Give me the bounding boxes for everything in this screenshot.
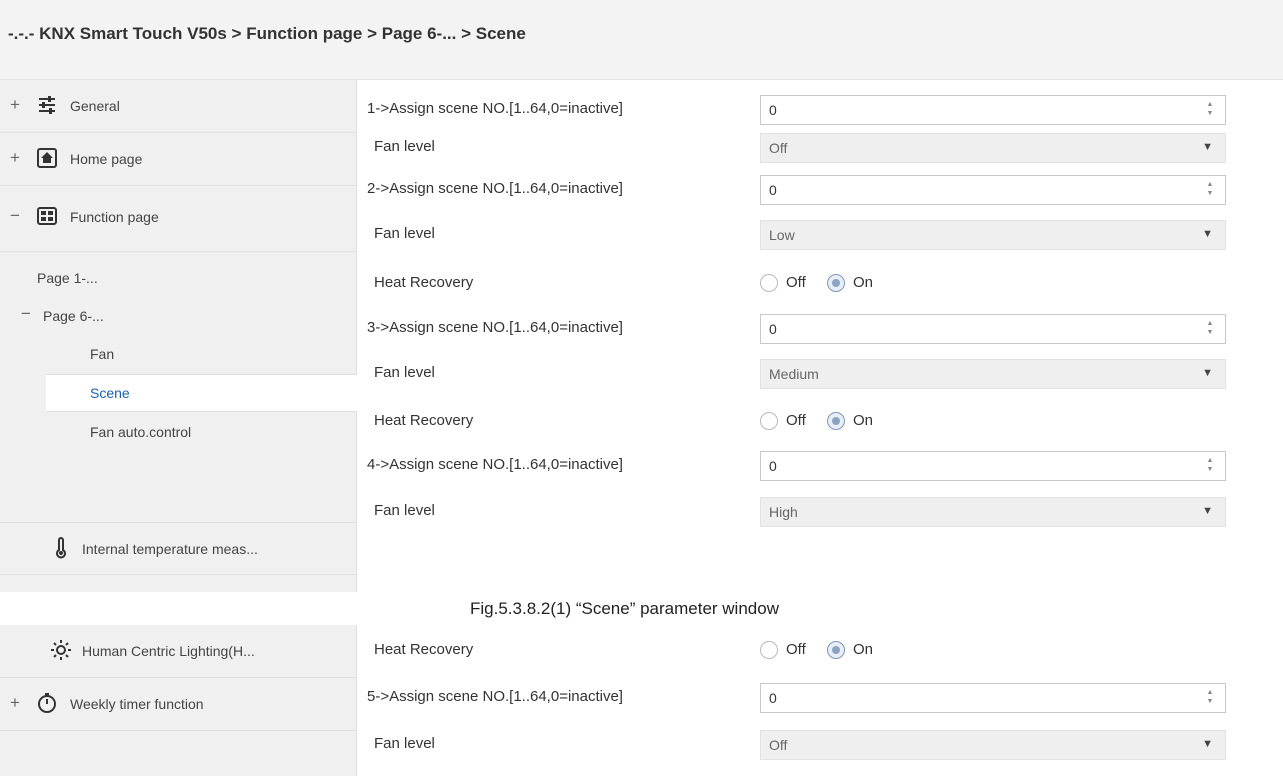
heat3-on-radio[interactable] xyxy=(827,412,845,430)
scene5-number-input[interactable]: 0 ▲ ▼ xyxy=(760,683,1226,713)
breadcrumb: -.-.- KNX Smart Touch V50s > Function pa… xyxy=(8,24,526,43)
sidebar-item-human-centric-lighting[interactable]: Human Centric Lighting(H... xyxy=(0,625,357,678)
heat3-row: Heat Recovery Off On xyxy=(374,412,874,430)
parameter-window-upper: + General + Home page − Function page Pa… xyxy=(0,80,1283,592)
scene5-label: 5->Assign scene NO.[1..64,0=inactive] xyxy=(367,688,623,705)
title-bar: -.-.- KNX Smart Touch V50s > Function pa… xyxy=(0,0,1283,80)
scene2-row: 2->Assign scene NO.[1..64,0=inactive] 0 … xyxy=(357,170,1283,208)
sidebar-item-label: Home page xyxy=(70,151,143,167)
scene3-row: 3->Assign scene NO.[1..64,0=inactive] 0 … xyxy=(357,309,1283,347)
fan2-row: Fan level Low ▼ xyxy=(357,215,1283,253)
fan3-label: Fan level xyxy=(374,364,435,381)
scene5-row: 5->Assign scene NO.[1..64,0=inactive] 0 … xyxy=(357,678,1283,716)
scene3-label: 3->Assign scene NO.[1..64,0=inactive] xyxy=(367,319,623,336)
sidebar-item-label: Function page xyxy=(70,209,159,225)
collapse-toggle[interactable]: − xyxy=(8,206,22,226)
heat4-off-radio[interactable] xyxy=(760,641,778,659)
collapse-toggle[interactable]: − xyxy=(21,304,31,324)
grid-icon xyxy=(36,205,58,227)
timer-icon xyxy=(36,692,58,714)
heat2-row: Heat Recovery Off On xyxy=(374,274,874,292)
figure-caption-area: Fig.5.3.8.2(1) “Scene” parameter window xyxy=(0,592,1283,625)
fan3-level-dropdown[interactable]: Medium ▼ xyxy=(760,359,1226,389)
scene1-number-input[interactable]: 0 ▲ ▼ xyxy=(760,95,1226,125)
fan5-level-dropdown[interactable]: Off ▼ xyxy=(760,730,1226,760)
spinner-arrows-icon[interactable]: ▲ ▼ xyxy=(1205,456,1215,474)
sidebar-item-internal-temperature[interactable]: Internal temperature meas... xyxy=(0,522,357,575)
home-icon xyxy=(36,147,58,169)
fan1-row: Fan level Off ▼ xyxy=(357,128,1283,166)
chevron-down-icon: ▼ xyxy=(1202,367,1213,379)
expand-toggle[interactable]: + xyxy=(8,148,22,168)
sun-icon xyxy=(50,639,72,661)
scene2-number-input[interactable]: 0 ▲ ▼ xyxy=(760,175,1226,205)
parameter-list: Heat Recovery Off On 5->Assign scene NO.… xyxy=(357,625,1283,776)
scene2-label: 2->Assign scene NO.[1..64,0=inactive] xyxy=(367,180,623,197)
sidebar-item-weekly-timer[interactable]: + Weekly timer function xyxy=(0,678,357,731)
figure-caption: Fig.5.3.8.2(1) “Scene” parameter window xyxy=(470,599,779,618)
fan3-row: Fan level Medium ▼ xyxy=(357,354,1283,392)
fan1-label: Fan level xyxy=(374,138,435,155)
heat4-row: Heat Recovery Off On xyxy=(374,641,874,659)
fan4-label: Fan level xyxy=(374,502,435,519)
sidebar-item-label: Fan xyxy=(90,346,115,362)
scene3-number-input[interactable]: 0 ▲ ▼ xyxy=(760,314,1226,344)
sidebar-item-label: Page 1-... xyxy=(37,270,98,286)
fan2-level-dropdown[interactable]: Low ▼ xyxy=(760,220,1226,250)
sidebar-item-function-page[interactable]: − Function page xyxy=(0,186,357,252)
chevron-down-icon: ▼ xyxy=(1202,228,1213,240)
fan1-level-dropdown[interactable]: Off ▼ xyxy=(760,133,1226,163)
expand-toggle[interactable]: + xyxy=(8,95,22,115)
heat2-off-radio[interactable] xyxy=(760,274,778,292)
sidebar-item-label: Human Centric Lighting(H... xyxy=(82,643,255,659)
fan5-row: Fan level Off ▼ xyxy=(357,725,1283,763)
fan4-row: Fan level High ▼ xyxy=(357,492,1283,530)
parameter-window-lower: Human Centric Lighting(H... + Weekly tim… xyxy=(0,625,1283,776)
fan5-label: Fan level xyxy=(374,735,435,752)
heat2-on-radio[interactable] xyxy=(827,274,845,292)
fan2-label: Fan level xyxy=(374,225,435,242)
spinner-arrows-icon[interactable]: ▲ ▼ xyxy=(1205,319,1215,337)
spinner-arrows-icon[interactable]: ▲ ▼ xyxy=(1205,180,1215,198)
sidebar-item-home-page[interactable]: + Home page xyxy=(0,133,357,186)
sidebar-item-page1[interactable]: Page 1-... xyxy=(0,260,357,298)
sliders-icon xyxy=(36,94,58,116)
sidebar-item-general[interactable]: + General xyxy=(0,80,357,133)
sidebar-item-page6[interactable]: − Page 6-... xyxy=(0,298,357,336)
sidebar-item-label: Internal temperature meas... xyxy=(82,541,258,557)
sidebar-item-label: Weekly timer function xyxy=(70,696,204,712)
heat3-label: Heat Recovery xyxy=(374,412,474,429)
scene4-number-input[interactable]: 0 ▲ ▼ xyxy=(760,451,1226,481)
spinner-arrows-icon[interactable]: ▲ ▼ xyxy=(1205,100,1215,118)
expand-toggle[interactable]: + xyxy=(8,693,22,713)
chevron-down-icon: ▼ xyxy=(1202,505,1213,517)
sidebar-item-label: Fan auto.control xyxy=(90,424,192,440)
heat4-label: Heat Recovery xyxy=(374,641,474,658)
chevron-down-icon: ▼ xyxy=(1202,141,1213,153)
sidebar-item-label: Page 6-... xyxy=(43,308,104,324)
thermometer-icon xyxy=(50,537,72,559)
scene4-row: 4->Assign scene NO.[1..64,0=inactive] 0 … xyxy=(357,446,1283,484)
fan4-level-dropdown[interactable]: High ▼ xyxy=(760,497,1226,527)
heat2-label: Heat Recovery xyxy=(374,274,474,291)
sidebar-item-fan[interactable]: Fan xyxy=(0,336,357,374)
sidebar-item-scene[interactable]: Scene xyxy=(46,374,358,412)
sidebar-item-fan-auto-control[interactable]: Fan auto.control xyxy=(0,412,357,456)
sidebar: + General + Home page − Function page Pa… xyxy=(0,80,358,592)
scene4-label: 4->Assign scene NO.[1..64,0=inactive] xyxy=(367,456,623,473)
sidebar-item-label: General xyxy=(70,98,120,114)
heat4-on-radio[interactable] xyxy=(827,641,845,659)
scene1-row: 1->Assign scene NO.[1..64,0=inactive] 0 … xyxy=(357,90,1283,128)
chevron-down-icon: ▼ xyxy=(1202,738,1213,750)
scene1-label: 1->Assign scene NO.[1..64,0=inactive] xyxy=(367,100,623,117)
spinner-arrows-icon[interactable]: ▲ ▼ xyxy=(1205,688,1215,706)
heat3-off-radio[interactable] xyxy=(760,412,778,430)
parameter-list: 1->Assign scene NO.[1..64,0=inactive] 0 … xyxy=(357,80,1283,592)
sidebar: Human Centric Lighting(H... + Weekly tim… xyxy=(0,625,357,776)
sidebar-item-label: Scene xyxy=(90,385,130,401)
